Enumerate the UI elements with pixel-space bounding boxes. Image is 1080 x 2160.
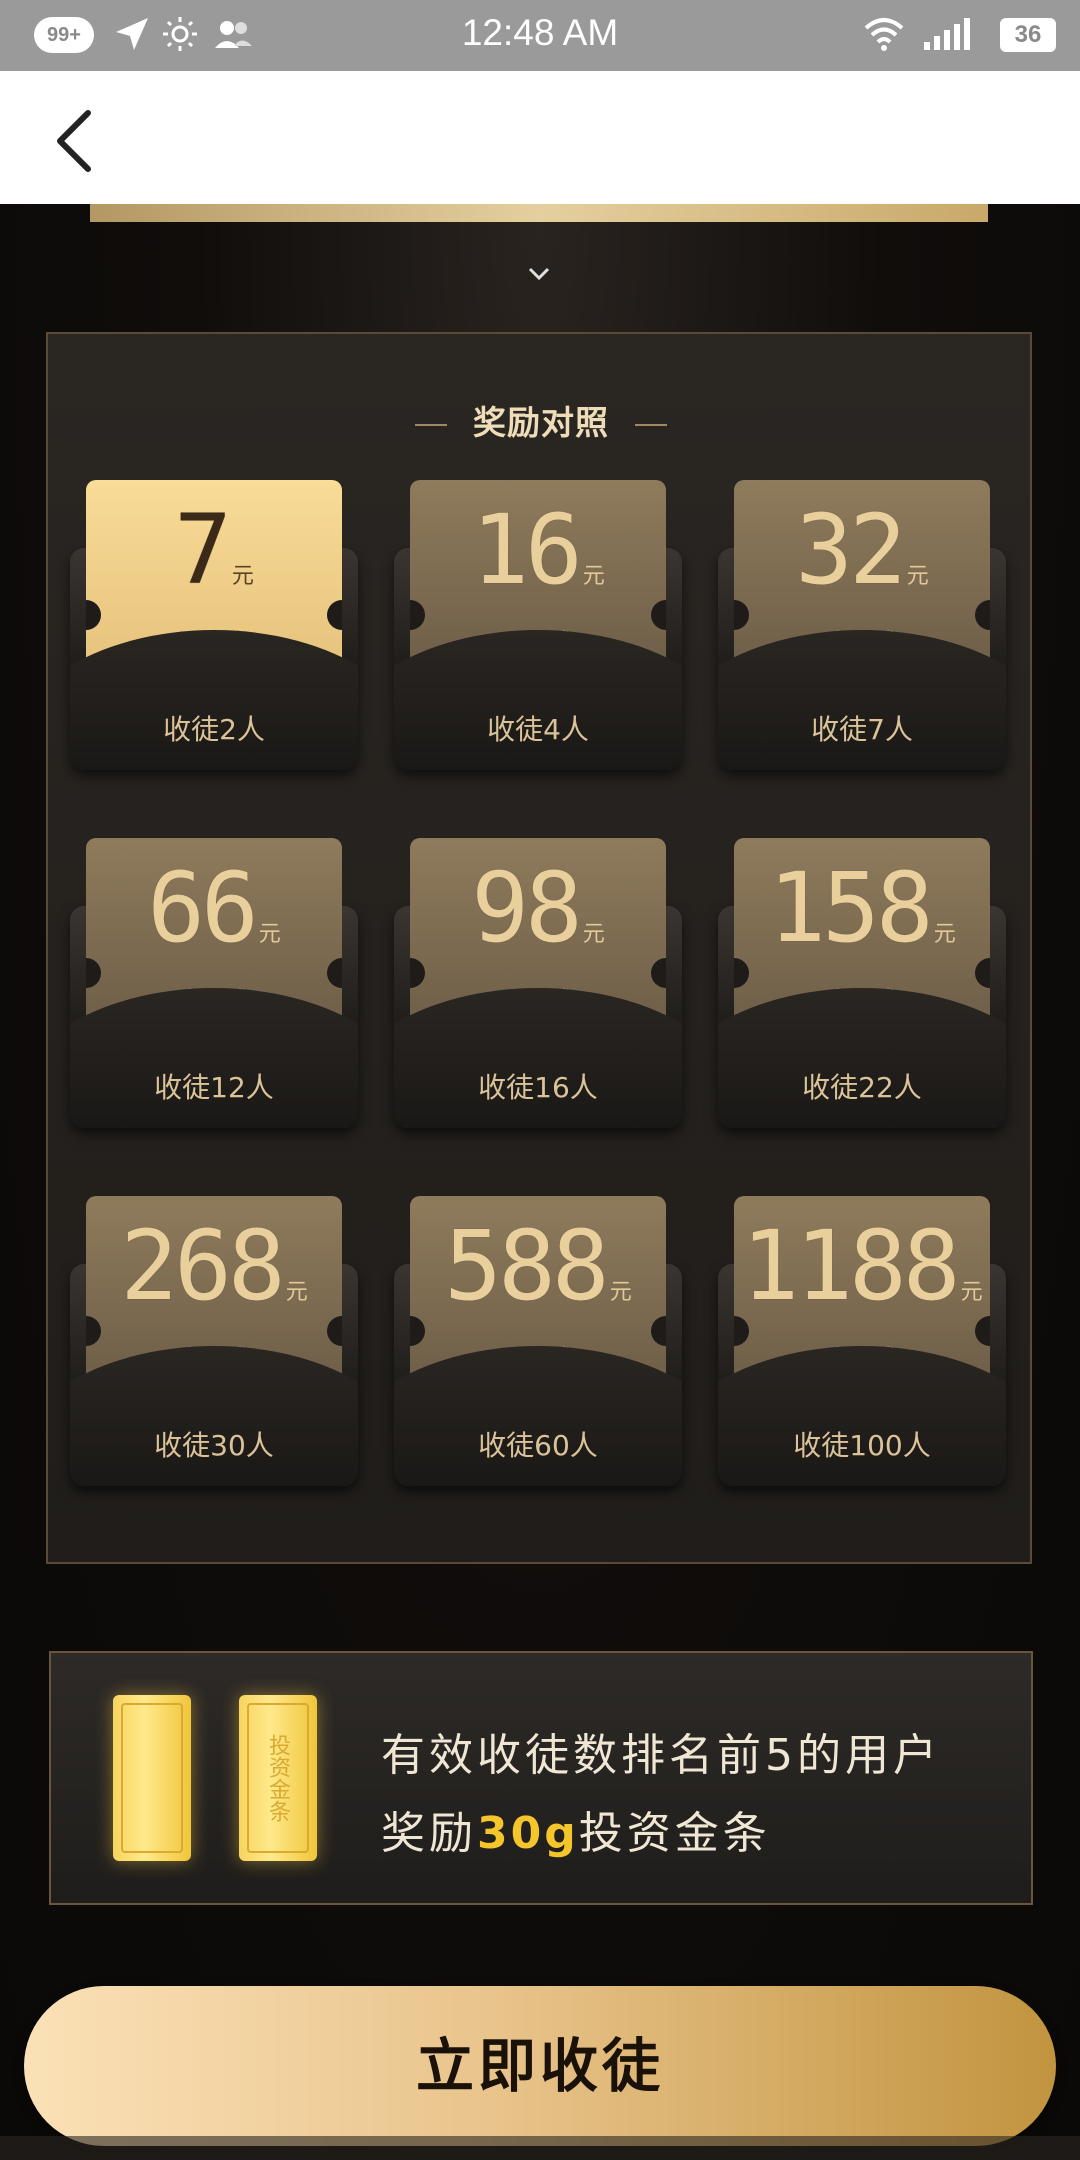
- reward-unit: 元: [906, 564, 929, 589]
- reward-amount-value: 16: [471, 494, 583, 606]
- nav-bar: [0, 71, 1080, 204]
- reward-amount-value: 158: [768, 852, 933, 964]
- reward-amount: 268 元: [86, 1218, 342, 1314]
- reward-panel: 奖励对照 7元 进行中 收徒2人 16元 未达成 收徒4人: [46, 332, 1032, 1564]
- reward-unit: 元: [960, 1280, 983, 1305]
- chevron-down-icon: [528, 267, 550, 281]
- reward-amount: 66 元: [86, 860, 342, 956]
- reward-card[interactable]: 7元 进行中 收徒2人: [70, 480, 358, 770]
- reward-unit: 元: [609, 1280, 632, 1305]
- title-dash-right: [635, 423, 667, 426]
- battery-indicator: 36: [1000, 18, 1056, 52]
- reward-card[interactable]: 98元 未达成 收徒16人: [394, 838, 682, 1128]
- reward-amount-value: 66: [147, 852, 259, 964]
- recruit-now-button[interactable]: 立即收徒: [24, 1986, 1056, 2146]
- recruit-requirement: 收徒22人: [802, 1071, 922, 1104]
- recruit-requirement: 收徒30人: [154, 1429, 274, 1462]
- card-pocket-lip: [70, 988, 358, 1128]
- reward-amount-value: 1188: [741, 1210, 960, 1322]
- gold-banner-line2: 奖励30g投资金条: [381, 1795, 941, 1873]
- reward-card[interactable]: 1188元 未达成 收徒100人: [718, 1196, 1006, 1486]
- recruit-requirement: 收徒12人: [154, 1071, 274, 1104]
- recruit-requirement: 收徒16人: [478, 1071, 598, 1104]
- recruit-requirement: 收徒7人: [811, 713, 913, 746]
- reward-unit: 元: [231, 564, 254, 589]
- recruit-requirement: 收徒2人: [163, 713, 265, 746]
- reward-amount-value: 588: [444, 1210, 609, 1322]
- card-pocket-lip: [718, 1346, 1006, 1486]
- signal-icon: [924, 18, 970, 50]
- clock: 12:48 AM: [461, 12, 619, 53]
- card-pocket-lip: [394, 988, 682, 1128]
- chevron-left-icon: [57, 110, 91, 172]
- card-pocket-lip: [394, 1346, 682, 1486]
- gold-bar-image: [113, 1695, 191, 1861]
- gold-bar-image: 投资金条: [239, 1695, 317, 1861]
- reward-amount: 158 元: [734, 860, 990, 956]
- line2-suffix: 投资金条: [578, 1808, 771, 1859]
- reward-amount-value: 98: [471, 852, 583, 964]
- reward-unit: 元: [258, 922, 281, 947]
- reward-unit: 元: [582, 564, 605, 589]
- reward-card[interactable]: 158元 未达成 收徒22人: [718, 838, 1006, 1128]
- reward-amount: 16 元: [410, 502, 666, 598]
- top-banner-edge: [90, 204, 988, 222]
- reward-card[interactable]: 16元 未达成 收徒4人: [394, 480, 682, 770]
- reward-amount: 1188 元: [734, 1218, 990, 1314]
- reward-card[interactable]: 588元 未达成 收徒60人: [394, 1196, 682, 1486]
- bottom-text-clip: [0, 2136, 1080, 2160]
- reward-unit: 元: [582, 922, 605, 947]
- recruit-requirement: 收徒4人: [487, 713, 589, 746]
- line2-prefix: 奖励: [381, 1808, 477, 1859]
- gold-banner-text: 有效收徒数排名前5的用户 奖励30g投资金条: [381, 1717, 941, 1873]
- status-bar: 99+ 12:48 AM 36: [0, 0, 1080, 71]
- card-pocket-lip: [70, 1346, 358, 1486]
- card-pocket-lip: [718, 988, 1006, 1128]
- gold-bar-engraving: [121, 1703, 183, 1853]
- card-pocket-lip: [718, 630, 1006, 770]
- reward-amount: 7元: [86, 502, 342, 598]
- title-dash-left: [415, 423, 447, 426]
- reward-card[interactable]: 32元 未达成 收徒7人: [718, 480, 1006, 770]
- gold-bar-engraving: 投资金条: [247, 1703, 309, 1853]
- reward-amount: 98 元: [410, 860, 666, 956]
- reward-amount-value: 32: [795, 494, 907, 606]
- reward-amount: 32 元: [734, 502, 990, 598]
- gold-bar-banner: 投资金条 有效收徒数排名前5的用户 奖励30g投资金条: [49, 1651, 1033, 1905]
- card-pocket-lip: [70, 630, 358, 770]
- reward-highlight: 30g: [477, 1808, 579, 1859]
- recruit-requirement: 收徒60人: [478, 1429, 598, 1462]
- reward-unit: 元: [285, 1280, 308, 1305]
- recruit-requirement: 收徒100人: [793, 1429, 931, 1462]
- reward-card[interactable]: 66元 未达成 收徒12人: [70, 838, 358, 1128]
- reward-amount-value: 7: [174, 494, 232, 606]
- gold-banner-line1: 有效收徒数排名前5的用户: [381, 1730, 941, 1781]
- reward-amount-value: 268: [120, 1210, 285, 1322]
- panel-title: 奖励对照: [48, 396, 1034, 444]
- reward-unit: 元: [933, 922, 956, 947]
- back-button[interactable]: [44, 101, 114, 181]
- wifi-icon: [864, 18, 904, 51]
- card-pocket-lip: [394, 630, 682, 770]
- panel-title-text: 奖励对照: [473, 403, 609, 442]
- reward-card[interactable]: 268元 未达成 收徒30人: [70, 1196, 358, 1486]
- reward-amount: 588 元: [410, 1218, 666, 1314]
